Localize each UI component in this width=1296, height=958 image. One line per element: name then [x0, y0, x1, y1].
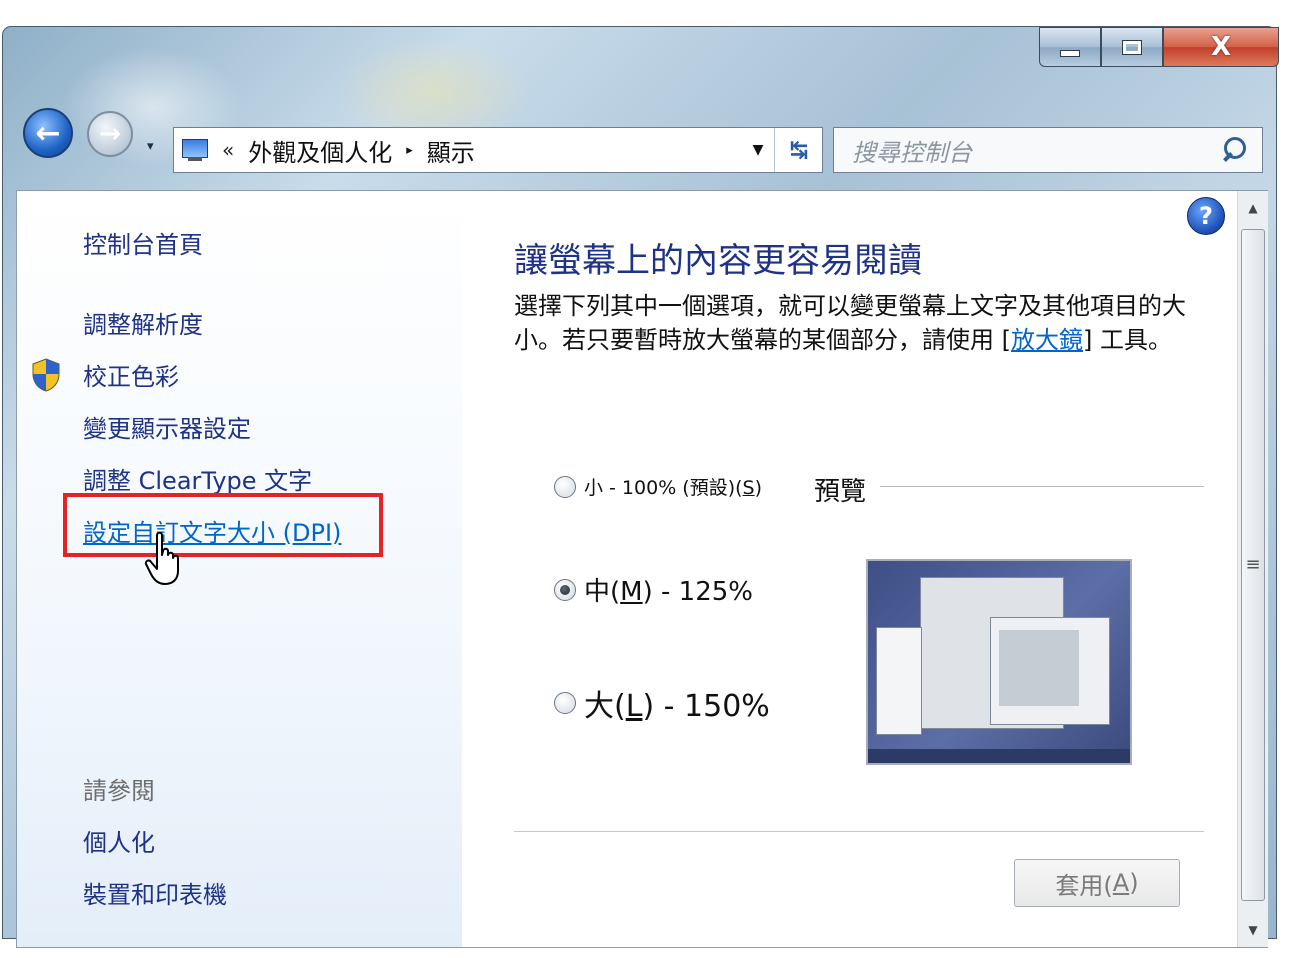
sidebar-item-calibrate-color[interactable]: 校正色彩: [83, 357, 179, 392]
description-tail: ] 工具。: [1083, 326, 1172, 354]
scroll-down-button[interactable]: ▼: [1238, 913, 1268, 947]
magnifier-link[interactable]: 放大鏡: [1011, 326, 1083, 354]
preview-window-front: [990, 617, 1110, 725]
content-area: 控制台首頁 調整解析度 校正色彩 變更顯示器設定 調整 ClearType 文字…: [16, 190, 1268, 948]
breadcrumb-separator-icon[interactable]: ▸: [406, 143, 413, 158]
shield-icon: [31, 358, 61, 392]
back-button[interactable]: ←: [23, 108, 73, 158]
close-icon: X: [1210, 32, 1232, 62]
sidebar-item-adjust-cleartype[interactable]: 調整 ClearType 文字: [83, 461, 312, 496]
see-also-title: 請參閱: [83, 777, 155, 805]
sidebar-item-change-display-settings[interactable]: 變更顯示器設定: [83, 409, 251, 444]
refresh-button[interactable]: ↹: [774, 128, 823, 172]
description: 選擇下列其中一個選項，就可以變更螢幕上文字及其他項目的大小。若只要暫時放大螢幕的…: [514, 289, 1204, 357]
highlight-box: [63, 493, 383, 557]
hand-cursor-icon: [143, 531, 189, 587]
scroll-thumb[interactable]: ≡: [1241, 229, 1265, 901]
preview-image: [866, 559, 1132, 765]
back-arrow-icon: ←: [35, 115, 61, 151]
preview-window-left: [876, 627, 922, 735]
radio-small[interactable]: 小 - 100% (預設)(S): [554, 473, 762, 500]
radio-large[interactable]: 大(L) - 150%: [554, 681, 770, 725]
close-button[interactable]: X: [1163, 27, 1279, 67]
preview-taskbar: [868, 749, 1130, 763]
vertical-scrollbar[interactable]: ▲ ≡ ▼: [1237, 191, 1268, 947]
bottom-divider: [514, 831, 1204, 832]
chevron-down-icon: ▼: [1248, 923, 1258, 937]
sidebar-item-adjust-resolution[interactable]: 調整解析度: [83, 305, 203, 340]
page-title: 讓螢幕上的內容更容易閱讀: [514, 241, 922, 281]
radio-medium-label: 中(M) - 125%: [584, 577, 753, 607]
main-panel: ? 讓螢幕上的內容更容易閱讀 選擇下列其中一個選項，就可以變更螢幕上文字及其他項…: [462, 191, 1237, 947]
sidebar-item-personalization[interactable]: 個人化: [83, 823, 155, 858]
search-input[interactable]: 搜尋控制台: [852, 133, 972, 168]
forward-button[interactable]: →: [87, 111, 133, 157]
sidebar: 控制台首頁 調整解析度 校正色彩 變更顯示器設定 調整 ClearType 文字…: [17, 191, 462, 947]
chevron-down-icon: ▼: [752, 142, 764, 158]
preview-divider: [880, 486, 1204, 487]
breadcrumb-appearance[interactable]: 外觀及個人化: [248, 133, 392, 168]
breadcrumb-display[interactable]: 顯示: [427, 133, 475, 168]
search-icon[interactable]: [1218, 135, 1248, 165]
window: X ← → ▾ « 外觀及個人化 ▸ 顯示 ▼ ↹ 搜尋控制台 控制台首頁 調整…: [2, 26, 1279, 948]
address-bar[interactable]: « 外觀及個人化 ▸ 顯示 ▼ ↹: [173, 127, 823, 173]
radio-large-indicator[interactable]: [554, 692, 576, 714]
grip-icon: ≡: [1245, 554, 1261, 575]
scroll-up-button[interactable]: ▲: [1238, 191, 1268, 225]
address-dropdown-button[interactable]: ▼: [742, 128, 774, 172]
apply-button[interactable]: 套用(A): [1014, 859, 1180, 907]
maximize-icon: [1122, 39, 1142, 55]
refresh-icon: ↹: [789, 137, 809, 163]
preview-label: 預覽: [814, 477, 867, 507]
recent-pages-dropdown[interactable]: ▾: [147, 139, 154, 154]
breadcrumb-overflow[interactable]: «: [222, 138, 234, 162]
help-icon[interactable]: ?: [1187, 197, 1225, 235]
radio-large-label: 大(L) - 150%: [584, 689, 770, 724]
window-controls: X: [1039, 27, 1279, 67]
radio-medium[interactable]: 中(M) - 125%: [554, 571, 753, 608]
maximize-button[interactable]: [1101, 27, 1163, 67]
forward-arrow-icon: →: [99, 119, 121, 149]
sidebar-item-devices-printers[interactable]: 裝置和印表機: [83, 875, 227, 910]
radio-small-indicator[interactable]: [554, 475, 576, 498]
sidebar-item-control-panel-home[interactable]: 控制台首頁: [83, 225, 203, 260]
radio-small-label: 小 - 100% (預設)(S): [584, 477, 763, 499]
minimize-icon: [1060, 49, 1080, 57]
radio-medium-indicator[interactable]: [554, 578, 576, 601]
search-box[interactable]: 搜尋控制台: [833, 127, 1263, 173]
control-panel-icon: [180, 137, 212, 163]
chevron-up-icon: ▲: [1248, 201, 1258, 215]
minimize-button[interactable]: [1039, 27, 1101, 67]
